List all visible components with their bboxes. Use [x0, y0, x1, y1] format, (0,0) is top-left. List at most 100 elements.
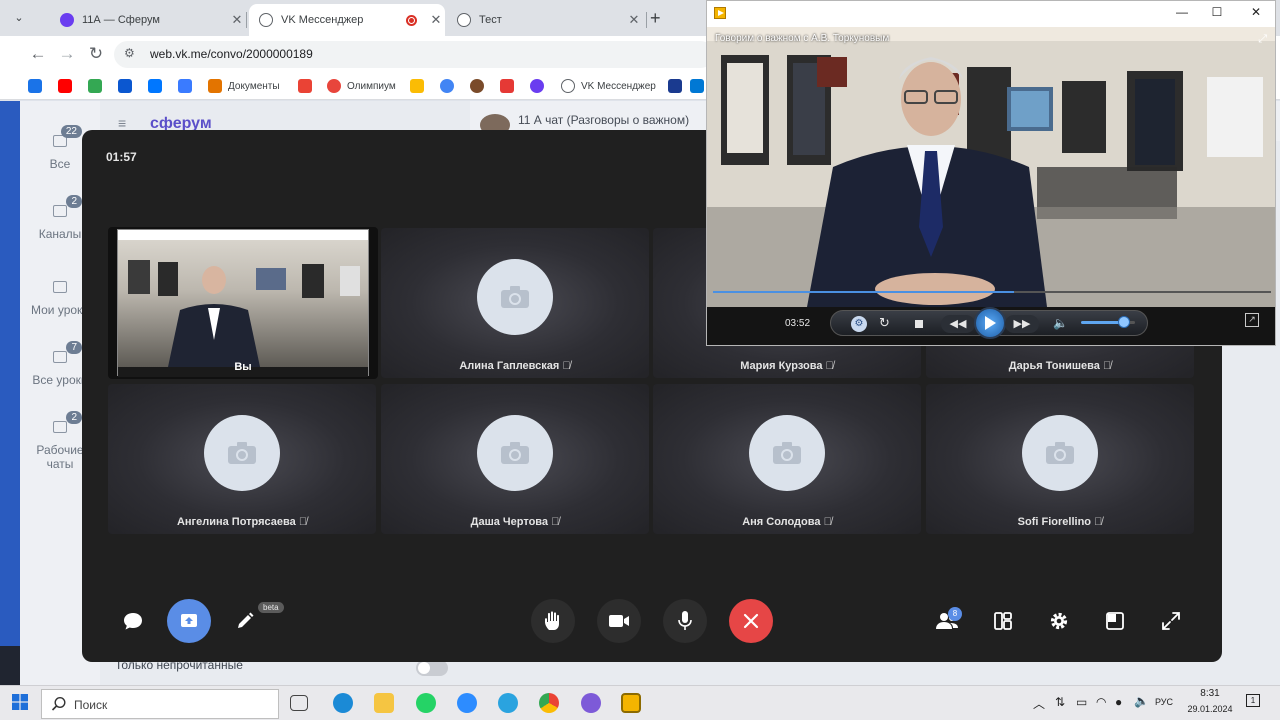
volume-icon[interactable]: 🔈 [1053, 316, 1068, 330]
notifications-icon[interactable]: 1 [1246, 694, 1260, 707]
tray-app-icon[interactable]: ⇅ [1055, 695, 1065, 709]
close-tab-icon[interactable]: ✕ [228, 12, 246, 28]
bookmark-green[interactable] [88, 78, 108, 94]
participant-name: Алина Гаплевская 🎙̸ [459, 360, 571, 372]
participant-name: Sofi Fiorellino 🎙̸ [1017, 516, 1103, 528]
participant-tile[interactable]: Алина Гаплевская 🎙̸ [381, 228, 649, 378]
windows-start-icon[interactable] [12, 694, 28, 710]
close-tab-icon[interactable]: ✕ [625, 12, 643, 28]
bookmark-google[interactable] [440, 78, 460, 94]
play-button[interactable] [974, 307, 1006, 339]
unread-only-toggle[interactable] [416, 660, 448, 676]
tab-divider [246, 12, 247, 28]
raise-hand-button[interactable] [531, 599, 575, 643]
edge-icon[interactable] [333, 693, 353, 713]
self-tile[interactable]: Вы [108, 227, 378, 379]
zoom-icon[interactable] [457, 693, 477, 713]
layout-button[interactable] [981, 599, 1025, 643]
participant-tile[interactable]: Sofi Fiorellino 🎙̸ [926, 384, 1194, 534]
media-player-window: — ☐ ✕ Говорим о важном с А.В. Торкуновым… [706, 0, 1276, 346]
participant-name: Аня Солодова 🎙̸ [742, 516, 832, 528]
participant-name: Дарья Тонишева 🎙̸ [1008, 360, 1112, 372]
reload-icon[interactable]: ↻ [86, 44, 106, 64]
bookmark-t[interactable] [500, 78, 520, 94]
participant-tile[interactable]: Ангелина Потрясаева 🎙̸ [108, 384, 376, 534]
clock-time[interactable]: 8:31 [1190, 688, 1230, 699]
new-tab-button[interactable]: + [650, 8, 661, 29]
speaker-tray-icon[interactable]: 🔈 [1134, 694, 1149, 708]
tab-search-chevron-icon[interactable]: ⌄ [10, 9, 28, 27]
mic-off-icon: 🎙̸ [562, 360, 571, 372]
previous-icon[interactable]: ◀◀ [941, 315, 975, 333]
switch-view-icon[interactable]: ↗ [1245, 313, 1259, 327]
share-screen-button[interactable] [167, 599, 211, 643]
tray-chevron-icon[interactable]: ︿ [1033, 695, 1045, 712]
bookmark-vk-messenger[interactable]: VK Мессенджер [561, 78, 656, 94]
sferum-icon [530, 79, 544, 93]
bookmark-psi[interactable] [668, 78, 688, 94]
participant-tile[interactable]: Аня Солодова 🎙̸ [653, 384, 921, 534]
tab-test[interactable]: Тест ✕ [447, 4, 643, 36]
viber-icon[interactable] [581, 693, 601, 713]
chrome-icon[interactable] [539, 693, 559, 713]
expand-icon[interactable]: ⤢ [1258, 33, 1267, 46]
video-frame[interactable]: Говорим о важном с А.В. Торкуновым ⤢ [707, 27, 1275, 307]
site-info-icon[interactable]: ⚙ [124, 46, 135, 60]
input-language[interactable]: РУС [1155, 697, 1173, 707]
participants-button[interactable] [925, 599, 969, 643]
tab-vk-messenger[interactable]: VK Мессенджер ✕ [249, 4, 445, 36]
close-tab-icon[interactable]: ✕ [427, 12, 445, 28]
bookmark-vk[interactable] [148, 78, 168, 94]
file-explorer-icon[interactable] [374, 693, 394, 713]
microphone-tray-icon[interactable]: ● [1115, 695, 1122, 709]
minimize-call-button[interactable] [1093, 599, 1137, 643]
taskbar-search[interactable]: Поиск [41, 689, 279, 719]
battery-icon[interactable]: ▭ [1076, 695, 1087, 709]
left-edge-strip [0, 101, 20, 646]
forward-arrow-icon[interactable]: → [57, 44, 77, 64]
google-icon [440, 79, 454, 93]
menu-icon[interactable]: ≡ [118, 115, 126, 131]
media-player-taskbar-icon[interactable] [621, 693, 641, 713]
bookmark-a[interactable] [178, 78, 198, 94]
close-window-icon[interactable]: ✕ [1244, 5, 1268, 19]
bookmark-olimpium[interactable]: Олимпиум [327, 78, 396, 94]
bookmark-drive[interactable] [410, 78, 430, 94]
mic-off-icon: 🎙̸ [551, 516, 560, 528]
bookmark-red[interactable] [298, 78, 318, 94]
task-view-icon[interactable] [290, 695, 308, 711]
telegram-icon[interactable] [498, 693, 518, 713]
minimize-window-icon[interactable]: — [1170, 5, 1194, 19]
bookmark-mail[interactable] [28, 78, 48, 94]
repeat-icon[interactable]: ↻ [879, 315, 890, 331]
chat-button[interactable] [111, 599, 155, 643]
camera-off-avatar [204, 415, 280, 491]
address-bar[interactable]: ⚙ web.vk.me/convo/2000000189 [114, 41, 714, 68]
fullscreen-icon [1162, 612, 1180, 630]
hand-icon [545, 611, 559, 630]
bookmark-youtube[interactable] [58, 78, 78, 94]
shuffle-icon[interactable]: ⚙ [851, 316, 867, 332]
seek-bar[interactable] [713, 291, 1271, 293]
bookmark-blue[interactable] [118, 78, 138, 94]
whatsapp-icon[interactable] [416, 693, 436, 713]
bookmark-sferum[interactable] [530, 78, 550, 94]
tab-sferum[interactable]: 11А — Сферум ✕ [50, 4, 246, 36]
nav-badge: 2 [66, 195, 82, 208]
layout-grid-icon [994, 612, 1012, 630]
maximize-window-icon[interactable]: ☐ [1205, 5, 1229, 19]
back-arrow-icon[interactable]: ← [28, 44, 48, 64]
participant-tile[interactable]: Даша Чертова 🎙̸ [381, 384, 649, 534]
end-call-button[interactable] [729, 599, 773, 643]
next-icon[interactable]: ▶▶ [1005, 315, 1039, 333]
folder-icon [53, 205, 67, 217]
wifi-icon[interactable]: ◠ [1096, 695, 1106, 709]
stop-icon[interactable] [915, 320, 923, 328]
bookmark-avatar[interactable] [470, 78, 490, 94]
clock-date[interactable]: 29.01.2024 [1180, 704, 1240, 714]
camera-button[interactable] [597, 599, 641, 643]
settings-button[interactable] [1037, 599, 1081, 643]
microphone-button[interactable] [663, 599, 707, 643]
fullscreen-button[interactable] [1149, 599, 1193, 643]
bookmark-documents[interactable]: Документы [208, 78, 280, 94]
